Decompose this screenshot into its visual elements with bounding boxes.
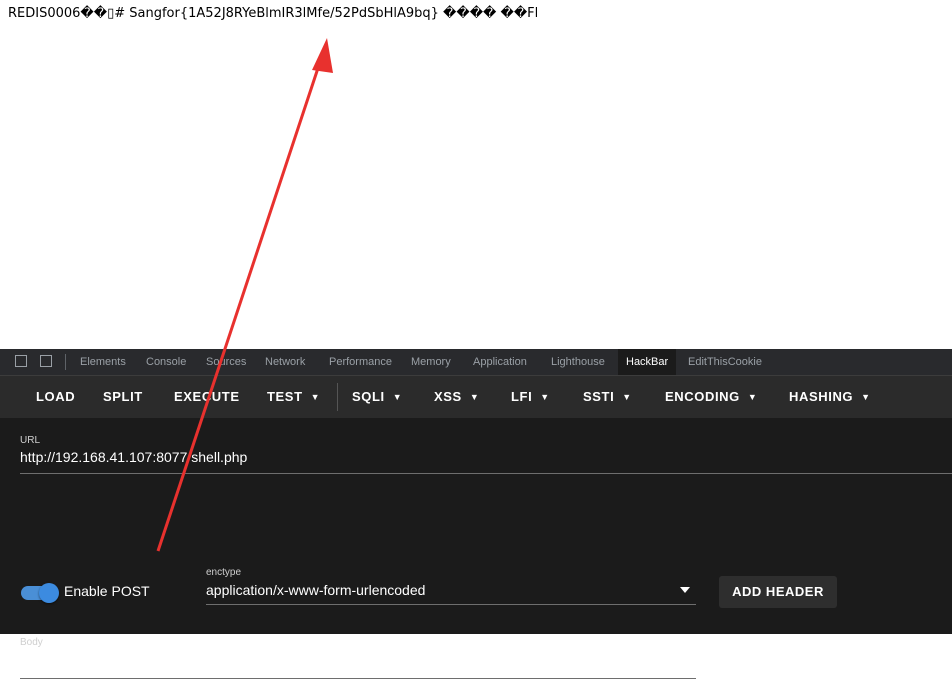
enctype-select[interactable]: application/x-www-form-urlencoded xyxy=(206,582,425,598)
ssti-menu-button[interactable]: SSTI ▼ xyxy=(583,389,632,404)
annotation-arrow-head xyxy=(312,38,333,73)
enable-post-label: Enable POST xyxy=(64,583,150,599)
chevron-down-icon: ▼ xyxy=(747,392,758,402)
xss-label: XSS xyxy=(434,389,462,404)
sqli-label: SQLI xyxy=(352,389,385,404)
tab-memory[interactable]: Memory xyxy=(411,356,451,368)
tab-application[interactable]: Application xyxy=(473,356,527,368)
inspect-element-icon[interactable] xyxy=(15,355,27,367)
chevron-down-icon: ▼ xyxy=(392,392,403,402)
encoding-label: ENCODING xyxy=(665,389,740,404)
ssti-label: SSTI xyxy=(583,389,615,404)
test-label: TEST xyxy=(267,389,303,404)
lfi-menu-button[interactable]: LFI ▼ xyxy=(511,389,550,404)
execute-label: EXECUTE xyxy=(174,389,240,404)
tab-sources[interactable]: Sources xyxy=(206,356,246,368)
toolbar-divider xyxy=(337,383,338,411)
tab-network[interactable]: Network xyxy=(265,356,305,368)
toggle-knob[interactable] xyxy=(39,583,59,603)
devtools-tab-bar: Elements Console Sources Network Perform… xyxy=(0,349,952,376)
tab-elements[interactable]: Elements xyxy=(80,356,126,368)
load-label: LOAD xyxy=(36,389,76,404)
tab-performance[interactable]: Performance xyxy=(329,356,392,368)
tab-editthiscookie[interactable]: EditThisCookie xyxy=(688,356,762,368)
hashing-menu-button[interactable]: HASHING ▼ xyxy=(789,389,871,404)
add-header-button[interactable]: ADD HEADER xyxy=(719,576,837,608)
hashing-label: HASHING xyxy=(789,389,854,404)
chevron-down-icon: ▼ xyxy=(469,392,480,402)
enctype-label: enctype xyxy=(206,567,242,578)
tab-lighthouse[interactable]: Lighthouse xyxy=(551,356,605,368)
devtools-panel: Elements Console Sources Network Perform… xyxy=(0,349,952,679)
hackbar-form: URL http://192.168.41.107:8077/shell.php… xyxy=(0,418,952,679)
lfi-label: LFI xyxy=(511,389,533,404)
chevron-down-icon: ▼ xyxy=(622,392,632,402)
sqli-menu-button[interactable]: SQLI ▼ xyxy=(352,389,402,404)
page-output-text: REDIS0006��▯# Sangfor{1A52J8RYeBlmIR3lMf… xyxy=(8,6,539,21)
encoding-menu-button[interactable]: ENCODING ▼ xyxy=(665,389,757,404)
url-input[interactable]: http://192.168.41.107:8077/shell.php xyxy=(20,449,247,465)
split-button[interactable]: SPLIT xyxy=(103,389,143,404)
chevron-down-icon: ▼ xyxy=(540,392,550,402)
dropdown-arrow-icon[interactable] xyxy=(680,587,690,593)
url-label: URL xyxy=(20,435,41,446)
enable-post-toggle[interactable] xyxy=(21,583,59,603)
chevron-down-icon: ▼ xyxy=(861,392,871,402)
tab-hackbar[interactable]: HackBar xyxy=(618,349,677,375)
load-button[interactable]: LOAD xyxy=(36,389,75,404)
tab-console[interactable]: Console xyxy=(146,356,186,368)
split-label: SPLIT xyxy=(103,389,143,404)
body-input[interactable]: whoami=system('cat /flag'); xyxy=(20,653,188,669)
execute-button[interactable]: EXECUTE xyxy=(174,389,240,404)
url-underline xyxy=(20,473,952,474)
test-menu-button[interactable]: TEST ▼ xyxy=(267,389,320,404)
tab-divider xyxy=(65,354,66,370)
chevron-down-icon: ▼ xyxy=(310,392,321,402)
device-toolbar-icon[interactable] xyxy=(40,355,52,367)
body-label: Body xyxy=(20,637,43,648)
enctype-underline xyxy=(206,604,696,605)
xss-menu-button[interactable]: XSS ▼ xyxy=(434,389,479,404)
hackbar-toolbar: LOAD SPLIT EXECUTE TEST ▼ SQLI ▼ XSS ▼ LFI ▼… xyxy=(0,376,952,418)
